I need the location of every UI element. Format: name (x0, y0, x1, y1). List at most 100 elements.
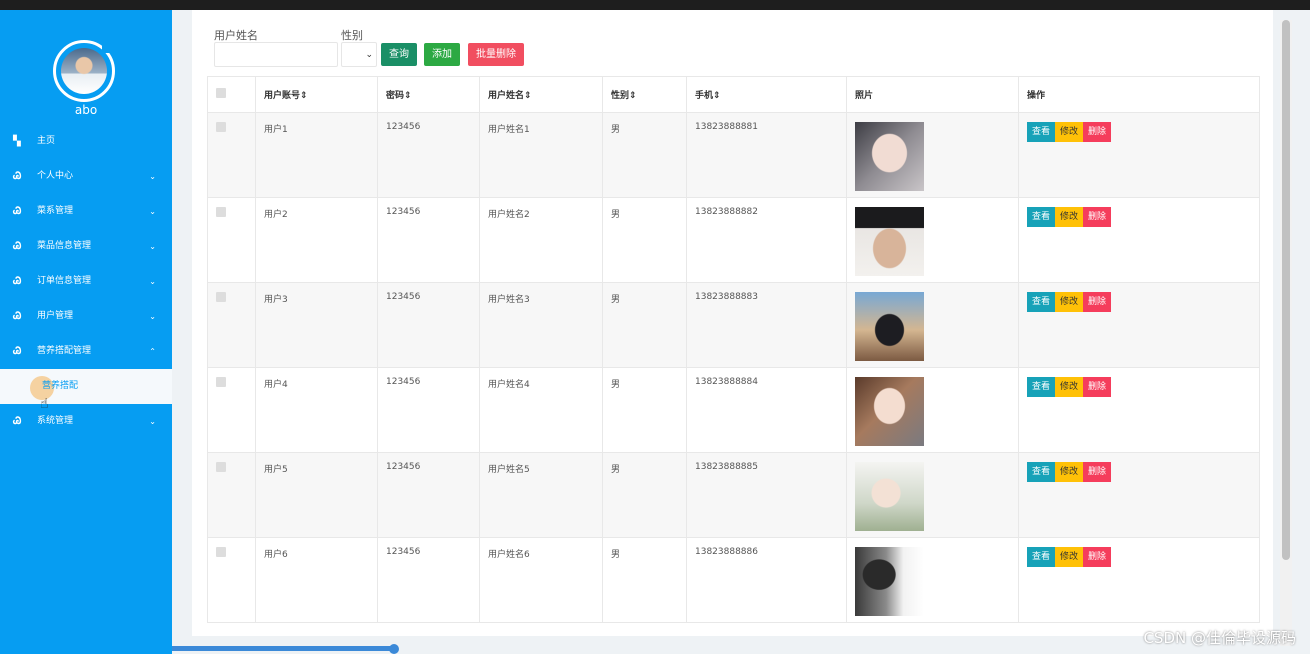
stethoscope-icon: Ꮚ (13, 206, 22, 217)
sidebar-item-cuisine[interactable]: Ꮚ 菜系管理 ⌄ (0, 194, 172, 229)
table-row: 用户3 123456 用户姓名3 男 13823888883 查看 修改 删除 (207, 282, 1260, 368)
stethoscope-icon: Ꮚ (13, 346, 22, 357)
sidebar-item-home[interactable]: ▚ 主页 (0, 124, 172, 159)
row-checkbox[interactable] (216, 122, 226, 132)
delete-button[interactable]: 删除 (1083, 547, 1112, 567)
horizontal-scroll-indicator (172, 646, 397, 651)
table-row: 用户4 123456 用户姓名4 男 13823888884 查看 修改 删除 (207, 367, 1260, 453)
sort-icon: ⇕ (404, 91, 412, 101)
cell-gender: 男 (602, 452, 687, 538)
view-button[interactable]: 查看 (1027, 122, 1056, 142)
sidebar-item-label: 主页 (37, 136, 56, 146)
chevron-down-icon: ⌄ (149, 277, 156, 286)
sidebar-item-order-info[interactable]: Ꮚ 订单信息管理 ⌄ (0, 264, 172, 299)
row-checkbox[interactable] (216, 547, 226, 557)
user-photo (855, 122, 924, 191)
cell-phone: 13823888886 (686, 537, 847, 623)
cell-phone: 13823888883 (686, 282, 847, 368)
scrollbar-thumb[interactable] (1282, 20, 1290, 560)
sidebar: abo ▚ 主页 Ꮚ 个人中心 ⌄ Ꮚ 菜系管理 ⌄ Ꮚ 菜品信息管理 ⌄ Ꮚ … (0, 10, 172, 654)
add-button[interactable]: 添加 (424, 43, 460, 66)
delete-button[interactable]: 删除 (1083, 207, 1112, 227)
row-select-cell (207, 112, 256, 198)
edit-button[interactable]: 修改 (1055, 462, 1084, 482)
cell-account: 用户5 (255, 452, 378, 538)
cell-photo (846, 452, 1019, 538)
row-checkbox[interactable] (216, 292, 226, 302)
chevron-up-icon: ⌃ (149, 347, 156, 356)
row-select-cell (207, 367, 256, 453)
dashboard-icon: ▚ (13, 136, 21, 147)
sidebar-menu: ▚ 主页 Ꮚ 个人中心 ⌄ Ꮚ 菜系管理 ⌄ Ꮚ 菜品信息管理 ⌄ Ꮚ 订单信息… (0, 124, 172, 439)
gender-select[interactable]: ⌄ (341, 42, 377, 67)
stethoscope-icon: Ꮚ (13, 416, 22, 427)
cell-password: 123456 (377, 537, 480, 623)
name-input[interactable] (214, 42, 338, 67)
row-checkbox[interactable] (216, 377, 226, 387)
cell-photo (846, 367, 1019, 453)
sidebar-item-label: 个人中心 (37, 171, 74, 181)
username: abo (74, 103, 98, 117)
cell-name: 用户姓名1 (479, 112, 603, 198)
cell-gender: 男 (602, 282, 687, 368)
edit-button[interactable]: 修改 (1055, 207, 1084, 227)
table-row: 用户6 123456 用户姓名6 男 13823888886 查看 修改 删除 (207, 537, 1260, 623)
chevron-down-icon: ⌄ (149, 417, 156, 426)
cell-phone: 13823888884 (686, 367, 847, 453)
sidebar-item-personal-center[interactable]: Ꮚ 个人中心 ⌄ (0, 159, 172, 194)
sidebar-item-label: 菜品信息管理 (37, 241, 92, 251)
sidebar-item-label: 用户管理 (37, 311, 74, 321)
cell-password: 123456 (377, 452, 480, 538)
user-photo (855, 547, 924, 616)
chevron-down-icon: ⌄ (149, 242, 156, 251)
view-button[interactable]: 查看 (1027, 377, 1056, 397)
row-checkbox[interactable] (216, 207, 226, 217)
sidebar-item-system[interactable]: Ꮚ 系统管理 ⌄ (0, 404, 172, 439)
header-actions: 操作 (1018, 76, 1260, 113)
edit-button[interactable]: 修改 (1055, 377, 1084, 397)
view-button[interactable]: 查看 (1027, 207, 1056, 227)
header-label: 用户姓名 (488, 91, 525, 101)
sidebar-subitem-nutrition-match[interactable]: 营养搭配 ☝ (0, 369, 172, 412)
delete-button[interactable]: 删除 (1083, 377, 1112, 397)
vertical-scrollbar[interactable] (1280, 20, 1292, 646)
cell-account: 用户1 (255, 112, 378, 198)
sort-icon: ⇕ (713, 91, 721, 101)
cell-name: 用户姓名3 (479, 282, 603, 368)
view-button[interactable]: 查看 (1027, 547, 1056, 567)
cell-gender: 男 (602, 537, 687, 623)
view-button[interactable]: 查看 (1027, 462, 1056, 482)
delete-button[interactable]: 删除 (1083, 292, 1112, 312)
stethoscope-icon: Ꮚ (13, 171, 22, 182)
sidebar-item-nutrition[interactable]: Ꮚ 营养搭配管理 ⌃ (0, 334, 172, 369)
edit-button[interactable]: 修改 (1055, 292, 1084, 312)
edit-button[interactable]: 修改 (1055, 547, 1084, 567)
sidebar-item-label: 订单信息管理 (37, 276, 92, 286)
header-gender[interactable]: 性别⇕ (602, 76, 687, 113)
header-password[interactable]: 密码⇕ (377, 76, 480, 113)
cell-actions: 查看 修改 删除 (1018, 367, 1260, 453)
header-phone[interactable]: 手机⇕ (686, 76, 847, 113)
select-all-checkbox[interactable] (216, 88, 226, 98)
delete-button[interactable]: 删除 (1083, 462, 1112, 482)
edit-button[interactable]: 修改 (1055, 122, 1084, 142)
user-table: 用户账号⇕ 密码⇕ 用户姓名⇕ 性别⇕ 手机⇕ 照片 操作 用户1 123456… (207, 76, 1260, 623)
batch-delete-button[interactable]: 批量删除 (468, 43, 524, 66)
stethoscope-icon: Ꮚ (13, 311, 22, 322)
delete-button[interactable]: 删除 (1083, 122, 1112, 142)
scroll-handle[interactable] (389, 644, 399, 654)
sidebar-item-user[interactable]: Ꮚ 用户管理 ⌄ (0, 299, 172, 334)
row-checkbox[interactable] (216, 462, 226, 472)
header-name[interactable]: 用户姓名⇕ (479, 76, 603, 113)
sidebar-item-dish-info[interactable]: Ꮚ 菜品信息管理 ⌄ (0, 229, 172, 264)
chevron-down-icon: ⌄ (149, 312, 156, 321)
gender-label: 性别 (341, 29, 363, 42)
cell-name: 用户姓名2 (479, 197, 603, 283)
cell-photo (846, 282, 1019, 368)
query-button[interactable]: 查询 (381, 43, 417, 66)
header-account[interactable]: 用户账号⇕ (255, 76, 378, 113)
table-header-row: 用户账号⇕ 密码⇕ 用户姓名⇕ 性别⇕ 手机⇕ 照片 操作 (207, 76, 1260, 113)
avatar[interactable] (61, 48, 107, 94)
view-button[interactable]: 查看 (1027, 292, 1056, 312)
sidebar-item-label: 系统管理 (37, 416, 74, 426)
